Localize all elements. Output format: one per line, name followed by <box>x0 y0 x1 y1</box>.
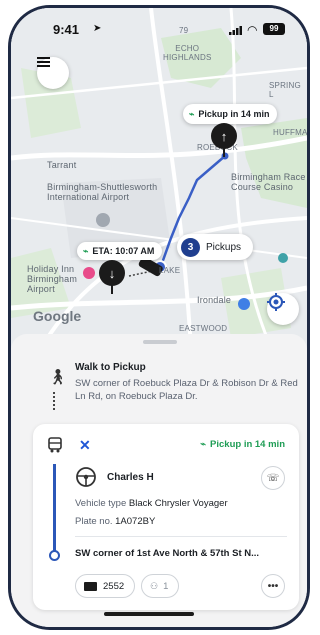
phone-frame: 9:41 ➤ ◠ 99 79 ECHO HIGHLANDS SPRING L H… <box>8 5 310 630</box>
vehicle-type: Vehicle type Black Chrysler Voyager <box>75 498 228 509</box>
pickup-status: ⌁ Pickup in 14 min <box>200 439 285 450</box>
plate-number: Plate no. 1A072BY <box>75 516 155 527</box>
pickups-count-badge: 3 <box>181 237 200 257</box>
status-time: 9:41 <box>53 22 80 37</box>
arrow-down-icon: ↓ <box>108 265 116 281</box>
passenger-icon: ⚇ <box>150 580 159 591</box>
dropoff-marker-tail <box>111 285 113 294</box>
phone-icon: ☏ <box>266 472 280 484</box>
arrow-up-icon: ↑ <box>220 128 228 144</box>
wifi-icon: ◠ <box>247 23 258 37</box>
passenger-count: 1 <box>163 580 169 592</box>
live-signal-icon: ⌁ <box>83 245 89 256</box>
steering-wheel-icon <box>76 467 96 487</box>
map-label-eastwood: EASTWOOD <box>179 324 228 333</box>
pickup-status-label: Pickup in 14 min <box>210 439 285 450</box>
live-signal-icon: ⌁ <box>189 108 195 119</box>
map-label-airport: Birmingham-Shuttlesworth International A… <box>47 182 158 202</box>
more-icon: ••• <box>267 580 279 592</box>
bottom-sheet[interactable]: 🚶︎ Walk to Pickup SW corner of Roebuck P… <box>11 334 307 627</box>
map-label-race-course: Birmingham Race Course Casino <box>231 172 306 192</box>
home-indicator[interactable] <box>104 612 194 616</box>
recenter-button[interactable] <box>267 293 299 325</box>
more-button[interactable]: ••• <box>261 574 285 598</box>
payment-value: 2552 <box>103 580 125 592</box>
passenger-chip[interactable]: ⚇ 1 <box>141 574 180 598</box>
google-logo: Google <box>33 308 82 324</box>
pickup-marker-tail <box>223 148 225 157</box>
map-label-lake: LAKE <box>159 266 181 275</box>
menu-button[interactable] <box>37 57 69 89</box>
map-label-huffman: HUFFMAN <box>273 128 310 137</box>
map-label-irondale: Irondale <box>197 295 232 305</box>
divider <box>75 536 287 537</box>
pickups-label: Pickups <box>206 241 242 253</box>
walk-dots <box>53 392 55 410</box>
pickup-time-pill[interactable]: ⌁ Pickup in 14 min <box>183 104 278 124</box>
location-arrow-icon: ➤ <box>93 23 102 34</box>
bus-icon <box>48 437 62 453</box>
recenter-icon <box>267 293 285 311</box>
map-view[interactable]: 9:41 ➤ ◠ 99 79 ECHO HIGHLANDS SPRING L H… <box>11 8 307 348</box>
menu-icon <box>37 57 50 67</box>
plate-label: Plate no. <box>75 516 113 527</box>
sheet-grabber[interactable] <box>143 340 177 344</box>
driver-name: Charles H <box>107 472 154 483</box>
plate-value: 1A072BY <box>115 516 156 527</box>
trip-card[interactable]: ✕ ⌁ Pickup in 14 min Charles H ☏ Vehicle … <box>33 424 299 610</box>
live-signal-icon: ⌁ <box>200 439 207 450</box>
vehicle-type-label: Vehicle type <box>75 498 127 509</box>
walk-title: Walk to Pickup <box>75 362 146 373</box>
map-label-route: 79 <box>179 26 189 35</box>
pickup-marker[interactable]: ↑ <box>211 123 237 149</box>
battery-icon: 99 <box>263 23 285 35</box>
dropoff-marker[interactable]: ↓ <box>99 260 125 286</box>
route-line <box>53 464 56 554</box>
map-label-echo-highlands: ECHO HIGHLANDS <box>163 44 212 62</box>
call-driver-button[interactable]: ☏ <box>261 466 285 490</box>
card-icon <box>84 581 97 591</box>
eta-pill[interactable]: ⌁ ETA: 10:07 AM <box>77 242 163 260</box>
walk-icon: 🚶︎ <box>48 369 68 386</box>
payment-chip[interactable]: 2552 <box>75 574 136 598</box>
map-label-holiday-inn: Holiday Inn Birmingham Airport <box>27 264 78 294</box>
provider-logo-icon: ✕ <box>79 437 91 453</box>
route-end-dot <box>49 550 60 561</box>
destination-address: SW corner of 1st Ave North & 57th St N..… <box>75 548 260 559</box>
map-label-spring-lake: SPRING L <box>269 81 301 99</box>
eta-label: ETA: 10:07 AM <box>92 246 155 256</box>
pickups-count-pill[interactable]: 3 Pickups <box>177 234 254 260</box>
walk-description: SW corner of Roebuck Plaza Dr & Robison … <box>75 378 298 402</box>
pickup-time-label: Pickup in 14 min <box>198 109 270 119</box>
map-label-tarrant: Tarrant <box>47 160 77 170</box>
status-bar: 9:41 ➤ ◠ 99 <box>11 20 307 40</box>
vehicle-type-value: Black Chrysler Voyager <box>128 498 228 509</box>
